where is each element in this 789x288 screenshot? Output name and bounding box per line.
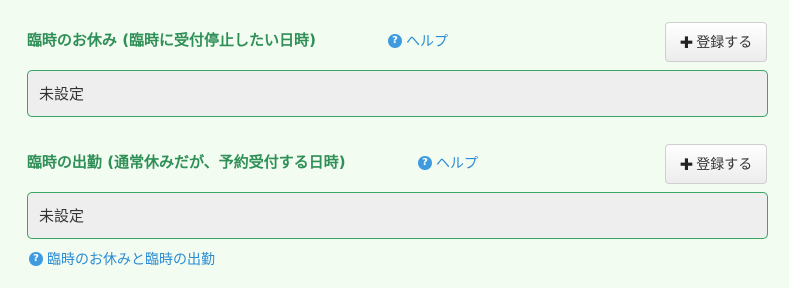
special-open-value-box[interactable]: 未設定 <box>27 192 768 239</box>
special-open-value: 未設定 <box>39 207 85 225</box>
question-circle-icon: ? <box>29 252 43 266</box>
holiday-register-label: 登録する <box>696 35 753 51</box>
question-circle-icon: ? <box>388 34 402 48</box>
holiday-help-label: ヘルプ <box>406 34 448 50</box>
footer-help-label: 臨時のお休みと臨時の出勤 <box>47 252 215 268</box>
special-open-section-title: 臨時の出勤 (通常休みだが、予約受付する日時) <box>27 153 346 171</box>
question-circle-icon: ? <box>418 156 432 170</box>
special-open-register-label: 登録する <box>696 157 753 173</box>
holiday-value-box[interactable]: 未設定 <box>27 70 768 117</box>
footer-help-link[interactable]: ? 臨時のお休みと臨時の出勤 <box>29 249 215 269</box>
holiday-section-title: 臨時のお休み (臨時に受付停止したい日時) <box>27 31 316 49</box>
special-open-help-link[interactable]: ? ヘルプ <box>418 153 478 173</box>
special-open-help-label: ヘルプ <box>436 156 478 172</box>
plus-icon: ✚ <box>679 32 694 52</box>
holiday-value: 未設定 <box>39 85 85 103</box>
plus-icon: ✚ <box>679 154 694 174</box>
special-open-register-button[interactable]: ✚ 登録する <box>665 144 767 184</box>
holiday-register-button[interactable]: ✚ 登録する <box>665 22 767 62</box>
holiday-help-link[interactable]: ? ヘルプ <box>388 31 448 51</box>
